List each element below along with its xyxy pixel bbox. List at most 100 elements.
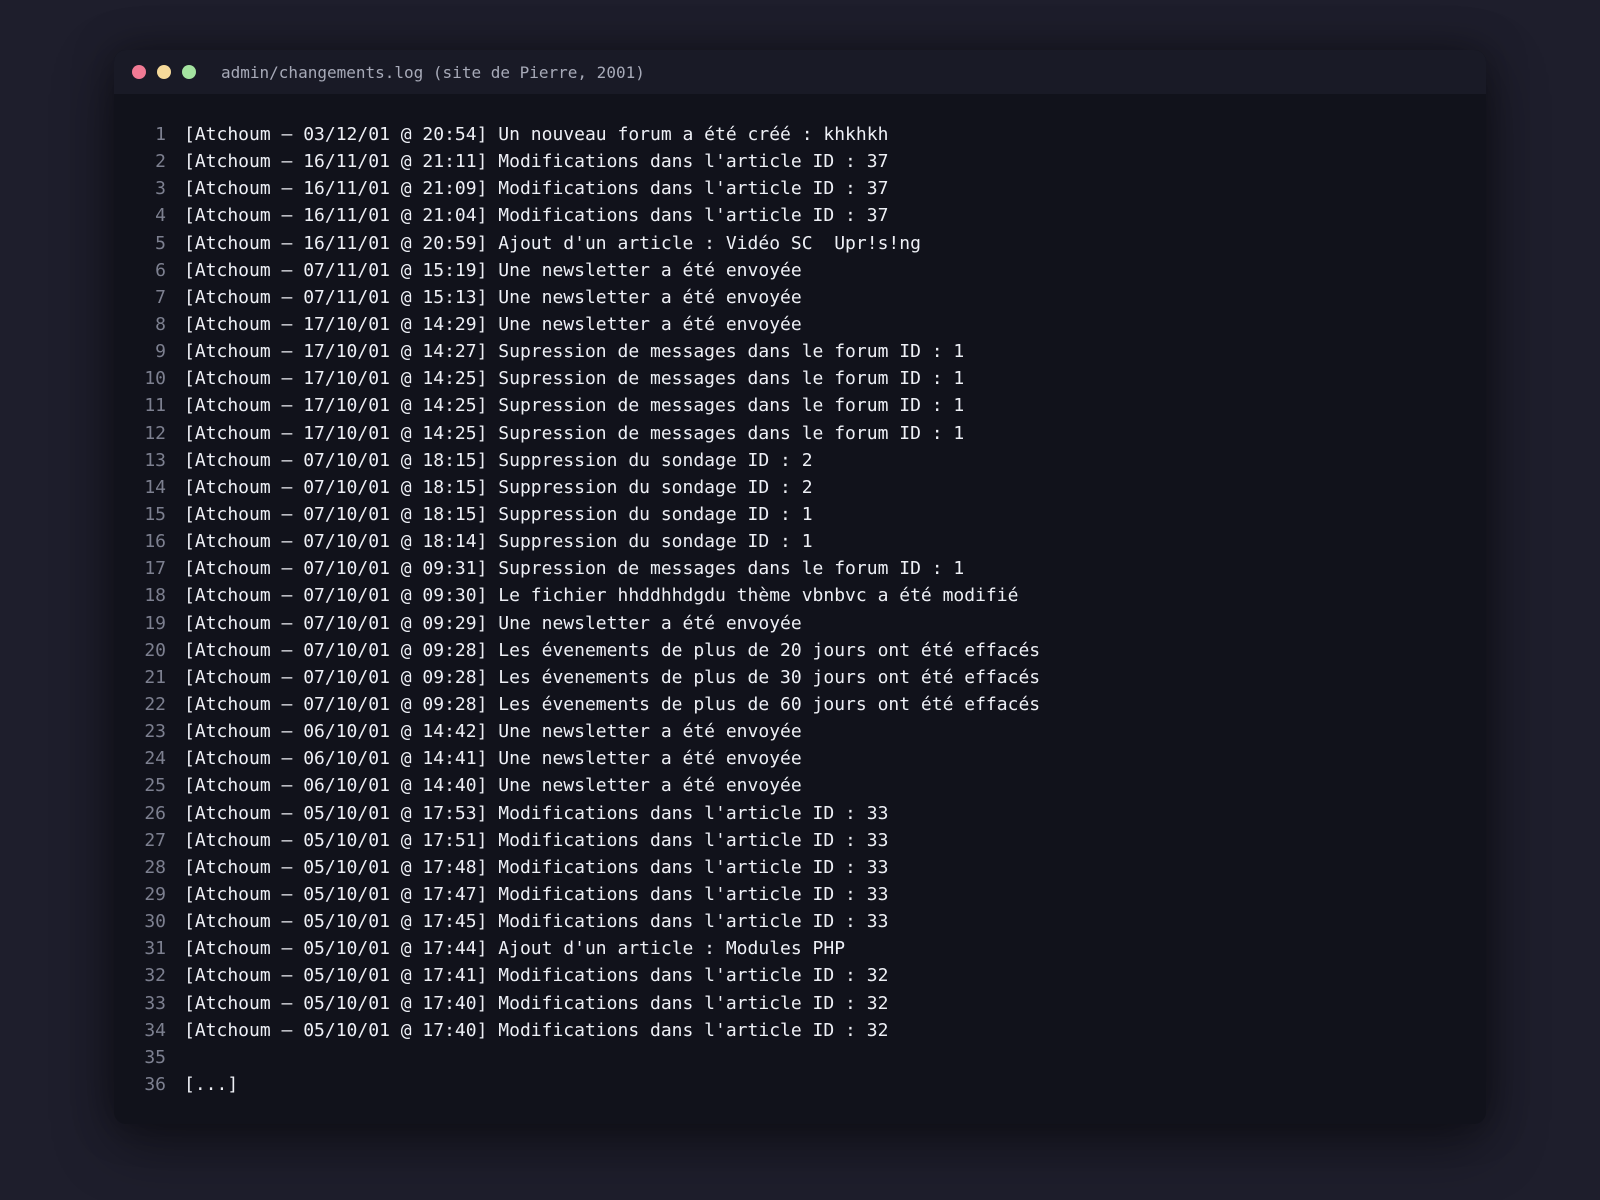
line-number: 11 xyxy=(144,395,166,417)
log-line-text: [Atchoum – 16/11/01 @ 21:09] Modificatio… xyxy=(184,178,889,200)
line-number: 17 xyxy=(144,558,166,580)
log-line: 2 [Atchoum – 16/11/01 @ 21:11] Modificati… xyxy=(114,148,1486,175)
line-number: 13 xyxy=(144,449,166,471)
line-number: 21 xyxy=(144,666,166,688)
log-line-text: [Atchoum – 05/10/01 @ 17:41] Modificatio… xyxy=(184,965,889,987)
log-line: 18 [Atchoum – 07/10/01 @ 09:30] Le fichie… xyxy=(114,582,1486,609)
log-line-text: [...] xyxy=(184,1073,239,1095)
log-line: 13 [Atchoum – 07/10/01 @ 18:15] Suppressi… xyxy=(114,447,1486,474)
maximize-window-button[interactable] xyxy=(182,65,196,79)
log-line: 5 [Atchoum – 16/11/01 @ 20:59] Ajout d'un… xyxy=(114,230,1486,257)
log-line-text: [Atchoum – 05/10/01 @ 17:48] Modificatio… xyxy=(184,856,889,878)
log-line-text: [Atchoum – 07/11/01 @ 15:13] Une newslet… xyxy=(184,286,802,308)
line-number: 1 xyxy=(155,124,166,145)
log-line-text: [Atchoum – 07/10/01 @ 09:29] Une newslet… xyxy=(184,612,802,634)
log-line: 31 [Atchoum – 05/10/01 @ 17:44] Ajout d'u… xyxy=(114,935,1486,962)
log-line-text: [Atchoum – 06/10/01 @ 14:42] Une newslet… xyxy=(184,721,802,743)
log-line: 25 [Atchoum – 06/10/01 @ 14:40] Une newsl… xyxy=(114,772,1486,799)
log-line: 35 xyxy=(114,1044,1486,1071)
line-number: 6 xyxy=(155,259,166,281)
minimize-window-button[interactable] xyxy=(157,65,171,79)
log-line-text: [Atchoum – 05/10/01 @ 17:40] Modificatio… xyxy=(184,1019,889,1041)
log-line-text: [Atchoum – 06/10/01 @ 14:40] Une newslet… xyxy=(184,775,802,797)
log-line-text: [Atchoum – 03/12/01 @ 20:54] Un nouveau … xyxy=(184,124,889,145)
log-line: 9 [Atchoum – 17/10/01 @ 14:27] Supression… xyxy=(114,338,1486,365)
log-line-text: [Atchoum – 16/11/01 @ 21:04] Modificatio… xyxy=(184,205,889,227)
line-number: 12 xyxy=(144,422,166,444)
line-number: 8 xyxy=(155,313,166,335)
window-title: admin/changements.log (site de Pierre, 2… xyxy=(221,62,645,82)
line-number: 33 xyxy=(144,992,166,1014)
line-number: 30 xyxy=(144,911,166,933)
log-line-text: [Atchoum – 07/10/01 @ 18:15] Suppression… xyxy=(184,503,813,525)
log-line-text: [Atchoum – 17/10/01 @ 14:25] Supression … xyxy=(184,422,965,444)
line-number: 28 xyxy=(144,856,166,878)
log-line: 28 [Atchoum – 05/10/01 @ 17:48] Modificat… xyxy=(114,854,1486,881)
log-line-text: [Atchoum – 16/11/01 @ 20:59] Ajout d'un … xyxy=(184,232,921,254)
line-number: 22 xyxy=(144,693,166,715)
log-line-text: [Atchoum – 05/10/01 @ 17:45] Modificatio… xyxy=(184,911,889,933)
log-line: 29 [Atchoum – 05/10/01 @ 17:47] Modificat… xyxy=(114,881,1486,908)
log-line: 8 [Atchoum – 17/10/01 @ 14:29] Une newsle… xyxy=(114,311,1486,338)
log-line: 4 [Atchoum – 16/11/01 @ 21:04] Modificati… xyxy=(114,202,1486,229)
log-line-text: [Atchoum – 17/10/01 @ 14:25] Supression … xyxy=(184,368,965,390)
line-number: 14 xyxy=(144,476,166,498)
log-line: 23 [Atchoum – 06/10/01 @ 14:42] Une newsl… xyxy=(114,718,1486,745)
line-number: 9 xyxy=(155,341,166,363)
line-number: 15 xyxy=(144,503,166,525)
line-number: 19 xyxy=(144,612,166,634)
log-line: 21 [Atchoum – 07/10/01 @ 09:28] Les évene… xyxy=(114,664,1486,691)
line-number: 20 xyxy=(144,639,166,661)
log-line-text: [Atchoum – 17/10/01 @ 14:29] Une newslet… xyxy=(184,313,802,335)
log-line: 16 [Atchoum – 07/10/01 @ 18:14] Suppressi… xyxy=(114,528,1486,555)
log-line-text: [Atchoum – 17/10/01 @ 14:25] Supression … xyxy=(184,395,965,417)
line-number: 4 xyxy=(155,205,166,227)
log-line: 33 [Atchoum – 05/10/01 @ 17:40] Modificat… xyxy=(114,990,1486,1017)
log-line-text: [Atchoum – 07/10/01 @ 09:28] Les éveneme… xyxy=(184,666,1041,688)
log-line: 17 [Atchoum – 07/10/01 @ 09:31] Supressio… xyxy=(114,555,1486,582)
log-line: 7 [Atchoum – 07/11/01 @ 15:13] Une newsle… xyxy=(114,284,1486,311)
log-line-text: [Atchoum – 07/10/01 @ 18:15] Suppression… xyxy=(184,476,813,498)
log-line-text: [Atchoum – 07/10/01 @ 18:15] Suppression… xyxy=(184,449,813,471)
line-number: 26 xyxy=(144,802,166,824)
log-line-text: [Atchoum – 05/10/01 @ 17:51] Modificatio… xyxy=(184,829,889,851)
title-bar: admin/changements.log (site de Pierre, 2… xyxy=(114,50,1486,94)
log-line-text: [Atchoum – 07/10/01 @ 09:30] Le fichier … xyxy=(184,585,1019,607)
log-line-text: [Atchoum – 05/10/01 @ 17:53] Modificatio… xyxy=(184,802,889,824)
line-number: 31 xyxy=(144,938,166,960)
log-line: 3 [Atchoum – 16/11/01 @ 21:09] Modificati… xyxy=(114,175,1486,202)
close-window-button[interactable] xyxy=(132,65,146,79)
log-line: 32 [Atchoum – 05/10/01 @ 17:41] Modificat… xyxy=(114,962,1486,989)
log-line: 19 [Atchoum – 07/10/01 @ 09:29] Une newsl… xyxy=(114,610,1486,637)
log-line-text: [Atchoum – 07/10/01 @ 09:28] Les éveneme… xyxy=(184,693,1041,715)
line-number: 27 xyxy=(144,829,166,851)
line-number: 34 xyxy=(144,1019,166,1041)
log-line: 6 [Atchoum – 07/11/01 @ 15:19] Une newsle… xyxy=(114,257,1486,284)
log-line: 27 [Atchoum – 05/10/01 @ 17:51] Modificat… xyxy=(114,827,1486,854)
log-line: 26 [Atchoum – 05/10/01 @ 17:53] Modificat… xyxy=(114,800,1486,827)
line-number: 2 xyxy=(155,151,166,173)
log-line: 1 [Atchoum – 03/12/01 @ 20:54] Un nouveau… xyxy=(114,121,1486,148)
line-number: 18 xyxy=(144,585,166,607)
log-line-text: [Atchoum – 07/10/01 @ 18:14] Suppression… xyxy=(184,531,813,553)
line-number: 35 xyxy=(144,1046,166,1068)
log-line-text: [Atchoum – 07/10/01 @ 09:31] Supression … xyxy=(184,558,965,580)
log-line: 30 [Atchoum – 05/10/01 @ 17:45] Modificat… xyxy=(114,908,1486,935)
log-line-text: [Atchoum – 07/11/01 @ 15:19] Une newslet… xyxy=(184,259,802,281)
line-number: 5 xyxy=(155,232,166,254)
line-number: 7 xyxy=(155,286,166,308)
line-number: 3 xyxy=(155,178,166,200)
log-line-text: [Atchoum – 17/10/01 @ 14:27] Supression … xyxy=(184,341,965,363)
log-line-text: [Atchoum – 16/11/01 @ 21:11] Modificatio… xyxy=(184,151,889,173)
log-line: 36 [...] xyxy=(114,1071,1486,1098)
log-line: 24 [Atchoum – 06/10/01 @ 14:41] Une newsl… xyxy=(114,745,1486,772)
log-line: 22 [Atchoum – 07/10/01 @ 09:28] Les évene… xyxy=(114,691,1486,718)
log-line-text: [Atchoum – 05/10/01 @ 17:47] Modificatio… xyxy=(184,883,889,905)
editor-window: admin/changements.log (site de Pierre, 2… xyxy=(114,50,1486,1124)
log-line-text: [Atchoum – 05/10/01 @ 17:44] Ajout d'un … xyxy=(184,938,846,960)
line-number: 25 xyxy=(144,775,166,797)
log-line: 34 [Atchoum – 05/10/01 @ 17:40] Modificat… xyxy=(114,1017,1486,1044)
log-content[interactable]: 1 [Atchoum – 03/12/01 @ 20:54] Un nouveau… xyxy=(114,94,1486,1098)
log-line: 12 [Atchoum – 17/10/01 @ 14:25] Supressio… xyxy=(114,420,1486,447)
log-line-text: [Atchoum – 07/10/01 @ 09:28] Les éveneme… xyxy=(184,639,1041,661)
